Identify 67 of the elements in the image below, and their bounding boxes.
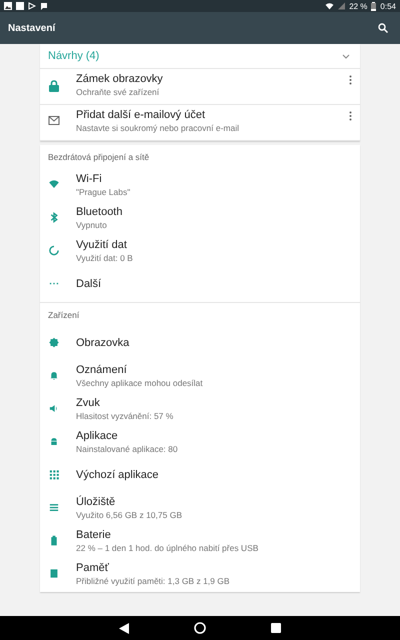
item-subtitle: Hlasitost vyzvánění: 57 % <box>76 410 174 420</box>
settings-item[interactable]: Baterie 22 % – 1 den 1 hod. do úplného nabití přes USB <box>40 524 360 557</box>
settings-item[interactable]: Paměť Přibližné využití paměti: 1,3 GB z 1,9 GB <box>40 557 360 590</box>
play-icon <box>28 2 36 10</box>
wifi-icon <box>48 179 60 190</box>
item-title: Úložiště <box>76 496 116 508</box>
chevron-icon[interactable] <box>342 54 350 58</box>
clock: 0:54 <box>380 2 396 10</box>
section-header: Zařízení <box>47 309 80 322</box>
settings-item[interactable]: Zvuk Hlasitost vyzvánění: 57 % <box>40 392 360 425</box>
item-subtitle: Všechny aplikace mohou odesílat <box>76 378 204 388</box>
data-usage-icon <box>48 245 60 256</box>
item-title: Bluetooth <box>76 206 124 218</box>
search-icon[interactable] <box>378 23 388 33</box>
item-subtitle: Nastavte si soukromý nebo pracovní e-mail <box>76 123 240 133</box>
image-icon <box>4 2 12 10</box>
overflow-menu-icon[interactable] <box>349 75 352 85</box>
section-header: Bezdrátová připojení a sítě <box>47 151 150 164</box>
suggestion-item[interactable]: Přidat další e-mailový účet Nastavte si soukromý nebo pracovní e-mail <box>40 105 360 141</box>
item-title: Přidat další e-mailový účet <box>76 109 206 121</box>
lock-icon <box>48 80 60 92</box>
item-subtitle: "Prague Labs" <box>76 186 132 196</box>
bluetooth-icon <box>48 212 60 223</box>
item-subtitle: Využití dat: 0 B <box>76 252 134 262</box>
bell-icon <box>48 370 60 381</box>
item-title: Výchozí aplikace <box>76 468 160 480</box>
chat-icon <box>40 2 48 10</box>
signal-icon <box>338 2 346 10</box>
settings-item[interactable]: Wi-Fi "Prague Labs" <box>40 168 360 201</box>
settings-item[interactable]: Oznámení Všechny aplikace mohou odesílat <box>40 359 360 392</box>
item-title: Baterie <box>76 528 112 540</box>
item-subtitle: Vypnuto <box>76 220 108 230</box>
toolbar-title: Nastavení <box>8 22 56 34</box>
item-title: Zámek obrazovky <box>76 73 164 85</box>
mail-icon <box>48 116 60 125</box>
item-subtitle: Přibližné využití paměti: 1,3 GB z 1,9 GB <box>76 576 231 586</box>
wifi-icon <box>325 2 334 10</box>
settings-item[interactable]: Bluetooth Vypnuto <box>40 201 360 234</box>
home-icon[interactable] <box>194 622 206 634</box>
storage-icon <box>48 502 60 513</box>
settings-item[interactable]: Další <box>40 267 360 300</box>
item-title: Paměť <box>76 562 110 574</box>
battery-icon <box>371 2 376 10</box>
item-title: Další <box>76 278 102 290</box>
suggestion-item[interactable]: Zámek obrazovky Ochraňte své zařízení <box>40 69 360 105</box>
settings-item[interactable]: Výchozí aplikace <box>40 458 360 491</box>
item-title: Aplikace <box>76 430 119 442</box>
battery-percent: 22 % <box>349 2 368 10</box>
item-subtitle: 22 % – 1 den 1 hod. do úplného nabití přes USB <box>76 542 260 552</box>
settings-item[interactable]: Obrazovka <box>40 326 360 359</box>
item-subtitle: Nainstalované aplikace: 80 <box>76 444 179 454</box>
overflow-menu-icon[interactable] <box>349 111 352 121</box>
item-subtitle: Ochraňte své zařízení <box>76 87 160 97</box>
item-title: Oznámení <box>76 364 128 376</box>
settings-item[interactable]: Aplikace Nainstalované aplikace: 80 <box>40 425 360 458</box>
item-title: Využití dat <box>76 238 128 250</box>
back-icon[interactable] <box>119 622 129 634</box>
item-title: Zvuk <box>76 396 101 408</box>
memory-icon <box>48 568 60 579</box>
square-icon <box>16 2 24 10</box>
item-title: Obrazovka <box>76 336 130 348</box>
settings-item[interactable]: Využití dat Využití dat: 0 B <box>40 234 360 267</box>
item-subtitle: Využito 6,56 GB z 10,75 GB <box>76 510 183 520</box>
brightness-icon <box>48 337 60 348</box>
item-title: Wi-Fi <box>76 172 103 184</box>
grid-icon <box>48 469 60 480</box>
settings-item[interactable]: Úložiště Využito 6,56 GB z 10,75 GB <box>40 491 360 524</box>
